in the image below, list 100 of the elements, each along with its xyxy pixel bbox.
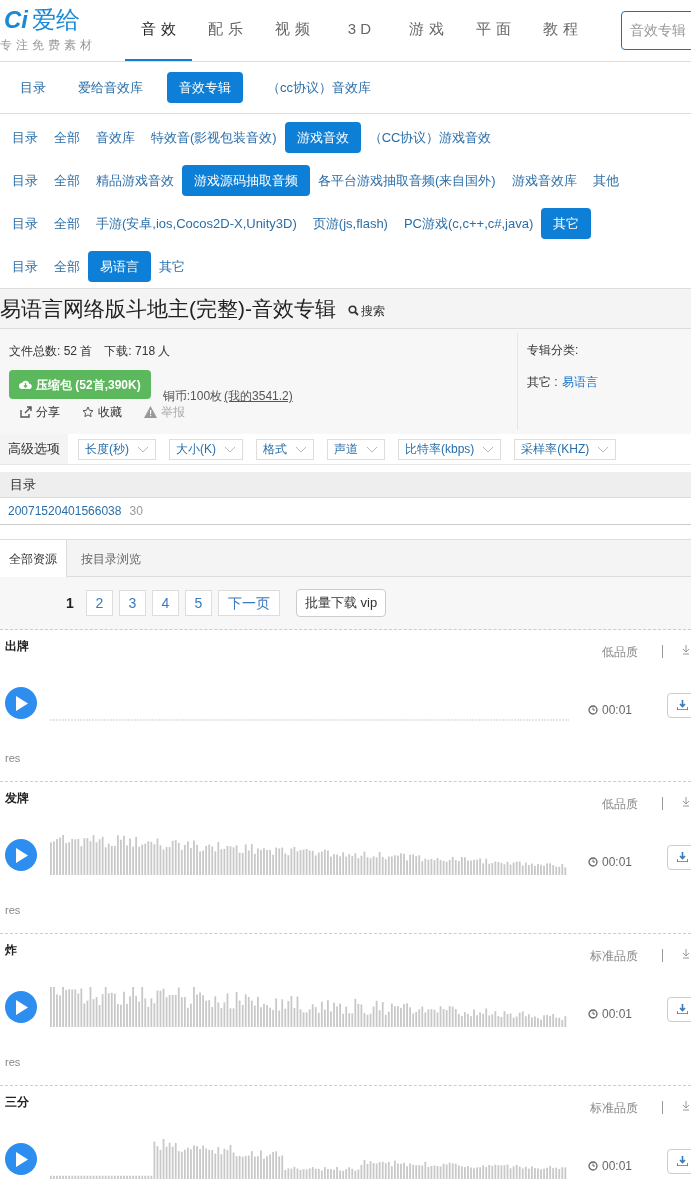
track-title: 出牌: [5, 638, 29, 655]
category-tab[interactable]: 爱给音效库: [70, 71, 151, 104]
category-tab[interactable]: 目录: [4, 207, 46, 240]
download-icon[interactable]: [683, 1101, 691, 1111]
category-tab[interactable]: 游戏音效库: [503, 164, 585, 197]
quality-label: 低品质: [602, 644, 638, 661]
category-tab[interactable]: 全部: [46, 164, 88, 197]
file-count: 30: [129, 503, 143, 520]
category-tab[interactable]: 其它: [541, 207, 592, 240]
nav-tab[interactable]: 视 频: [259, 0, 326, 61]
category-tab[interactable]: 特效音(影视包装音效): [143, 121, 285, 154]
filter-dropdown[interactable]: 大小(K): [169, 438, 243, 460]
category-tab[interactable]: 各平台游戏抽取音频(来自国外): [310, 164, 504, 197]
page-link[interactable]: 1: [60, 590, 80, 616]
filter-dropdown[interactable]: 采样率(KHZ): [514, 438, 617, 460]
page-link[interactable]: 4: [152, 590, 179, 616]
download-icon[interactable]: [683, 645, 691, 655]
track-title: 炸: [5, 942, 17, 959]
duration: 00:01: [588, 701, 648, 719]
track-title: 三分: [5, 1094, 29, 1111]
play-button[interactable]: [5, 1143, 37, 1175]
logo-name: 爱给: [32, 7, 80, 32]
album-title: 易语言网络版斗地主(完整)-音效专辑: [0, 295, 336, 322]
category-tab[interactable]: 全部: [46, 250, 88, 283]
action-link[interactable]: 收藏: [82, 403, 122, 421]
category-tab[interactable]: 音效库: [88, 121, 143, 154]
category-tab[interactable]: 全部: [46, 207, 88, 240]
nav-tab[interactable]: 游 戏: [393, 0, 460, 61]
download-button[interactable]: [667, 996, 691, 1022]
play-icon: [14, 999, 28, 1015]
content-tab[interactable]: 全部资源: [0, 540, 67, 577]
folder-label: res: [5, 903, 22, 918]
filter-dropdown[interactable]: 格式: [256, 438, 314, 460]
directory-link[interactable]: 20071520401566038: [8, 502, 122, 520]
star-icon: [82, 406, 94, 418]
download-icon: [676, 1156, 688, 1166]
action-link[interactable]: 分享: [20, 403, 60, 421]
category-tab[interactable]: 精品游戏音效: [88, 164, 182, 197]
search-icon: [348, 305, 359, 316]
chevron-down-icon: [224, 445, 236, 453]
search-link[interactable]: 搜索: [348, 297, 385, 320]
next-page-link[interactable]: 下一页: [218, 590, 280, 616]
nav-tab[interactable]: 平 面: [460, 0, 527, 61]
clock-icon: [588, 705, 598, 715]
category-tab[interactable]: 游戏音效: [284, 121, 361, 154]
nav-tab[interactable]: 教 程: [527, 0, 594, 61]
logo-mark: Ci: [4, 7, 28, 32]
share-icon: [20, 406, 32, 418]
category-tab[interactable]: PC游戏(c,c++,c#,java): [395, 207, 542, 240]
download-icon: [676, 700, 688, 710]
play-button[interactable]: [5, 839, 37, 871]
category-tab[interactable]: 全部: [46, 121, 88, 154]
download-icon[interactable]: [683, 949, 691, 959]
nav-tab[interactable]: 音 效: [125, 0, 192, 61]
clock-icon: [588, 857, 598, 867]
duration: 00:01: [588, 1157, 648, 1175]
category-tab[interactable]: 其他: [584, 164, 627, 197]
warning-icon: [144, 406, 157, 418]
clock-icon: [588, 1009, 598, 1019]
category-tab[interactable]: 目录: [4, 121, 46, 154]
batch-download-button[interactable]: 批量下载 vip: [296, 589, 387, 617]
category-tab[interactable]: 目录: [4, 250, 46, 283]
quality-label: 低品质: [602, 796, 638, 813]
page-link[interactable]: 3: [119, 590, 146, 616]
category-tab[interactable]: （cc协议）音效库: [259, 71, 379, 104]
download-button[interactable]: [667, 692, 691, 718]
category-tab[interactable]: 易语言: [88, 250, 151, 283]
quality-label: 标准品质: [590, 1100, 638, 1117]
category-tab[interactable]: 游戏源码抽取音频: [182, 164, 310, 197]
filter-dropdown[interactable]: 声道: [327, 438, 385, 460]
filter-dropdown[interactable]: 比特率(kbps): [398, 438, 502, 460]
play-icon: [14, 695, 28, 711]
category-tab[interactable]: 目录: [12, 71, 54, 104]
download-icon[interactable]: [683, 797, 691, 807]
category-parent: 其它 :: [527, 374, 558, 391]
search-field[interactable]: 音效专辑: [621, 11, 691, 50]
category-tab[interactable]: 手游(安卓,ios,Cocos2D-X,Unity3D): [88, 207, 305, 240]
download-icon: [676, 1004, 688, 1014]
play-button[interactable]: [5, 991, 37, 1023]
chevron-down-icon: [366, 445, 378, 453]
category-tab[interactable]: 音效专辑: [167, 71, 243, 104]
download-button[interactable]: [667, 844, 691, 870]
content-tab[interactable]: 按目录浏览: [67, 540, 155, 577]
filter-dropdown[interactable]: 长度(秒): [78, 438, 156, 460]
my-coins-link[interactable]: (我的3541.2): [224, 387, 293, 405]
category-tab[interactable]: 其它: [151, 250, 193, 283]
page-link[interactable]: 2: [86, 590, 113, 616]
download-button[interactable]: [667, 1148, 691, 1174]
category-tab[interactable]: 页游(js,flash): [304, 207, 396, 240]
nav-tab[interactable]: 配 乐: [192, 0, 259, 61]
page-link[interactable]: 5: [185, 590, 212, 616]
play-button[interactable]: [5, 687, 37, 719]
category-tab[interactable]: （CC协议）游戏音效: [360, 121, 500, 154]
file-count: 文件总数: 52 首: [9, 343, 93, 360]
folder-label: res: [5, 751, 22, 766]
quality-label: 标准品质: [590, 948, 638, 965]
category-tab[interactable]: 目录: [4, 164, 46, 197]
category-link[interactable]: 易语言: [561, 373, 598, 391]
nav-tab[interactable]: 3 D: [326, 0, 393, 61]
clock-icon: [588, 1161, 598, 1171]
